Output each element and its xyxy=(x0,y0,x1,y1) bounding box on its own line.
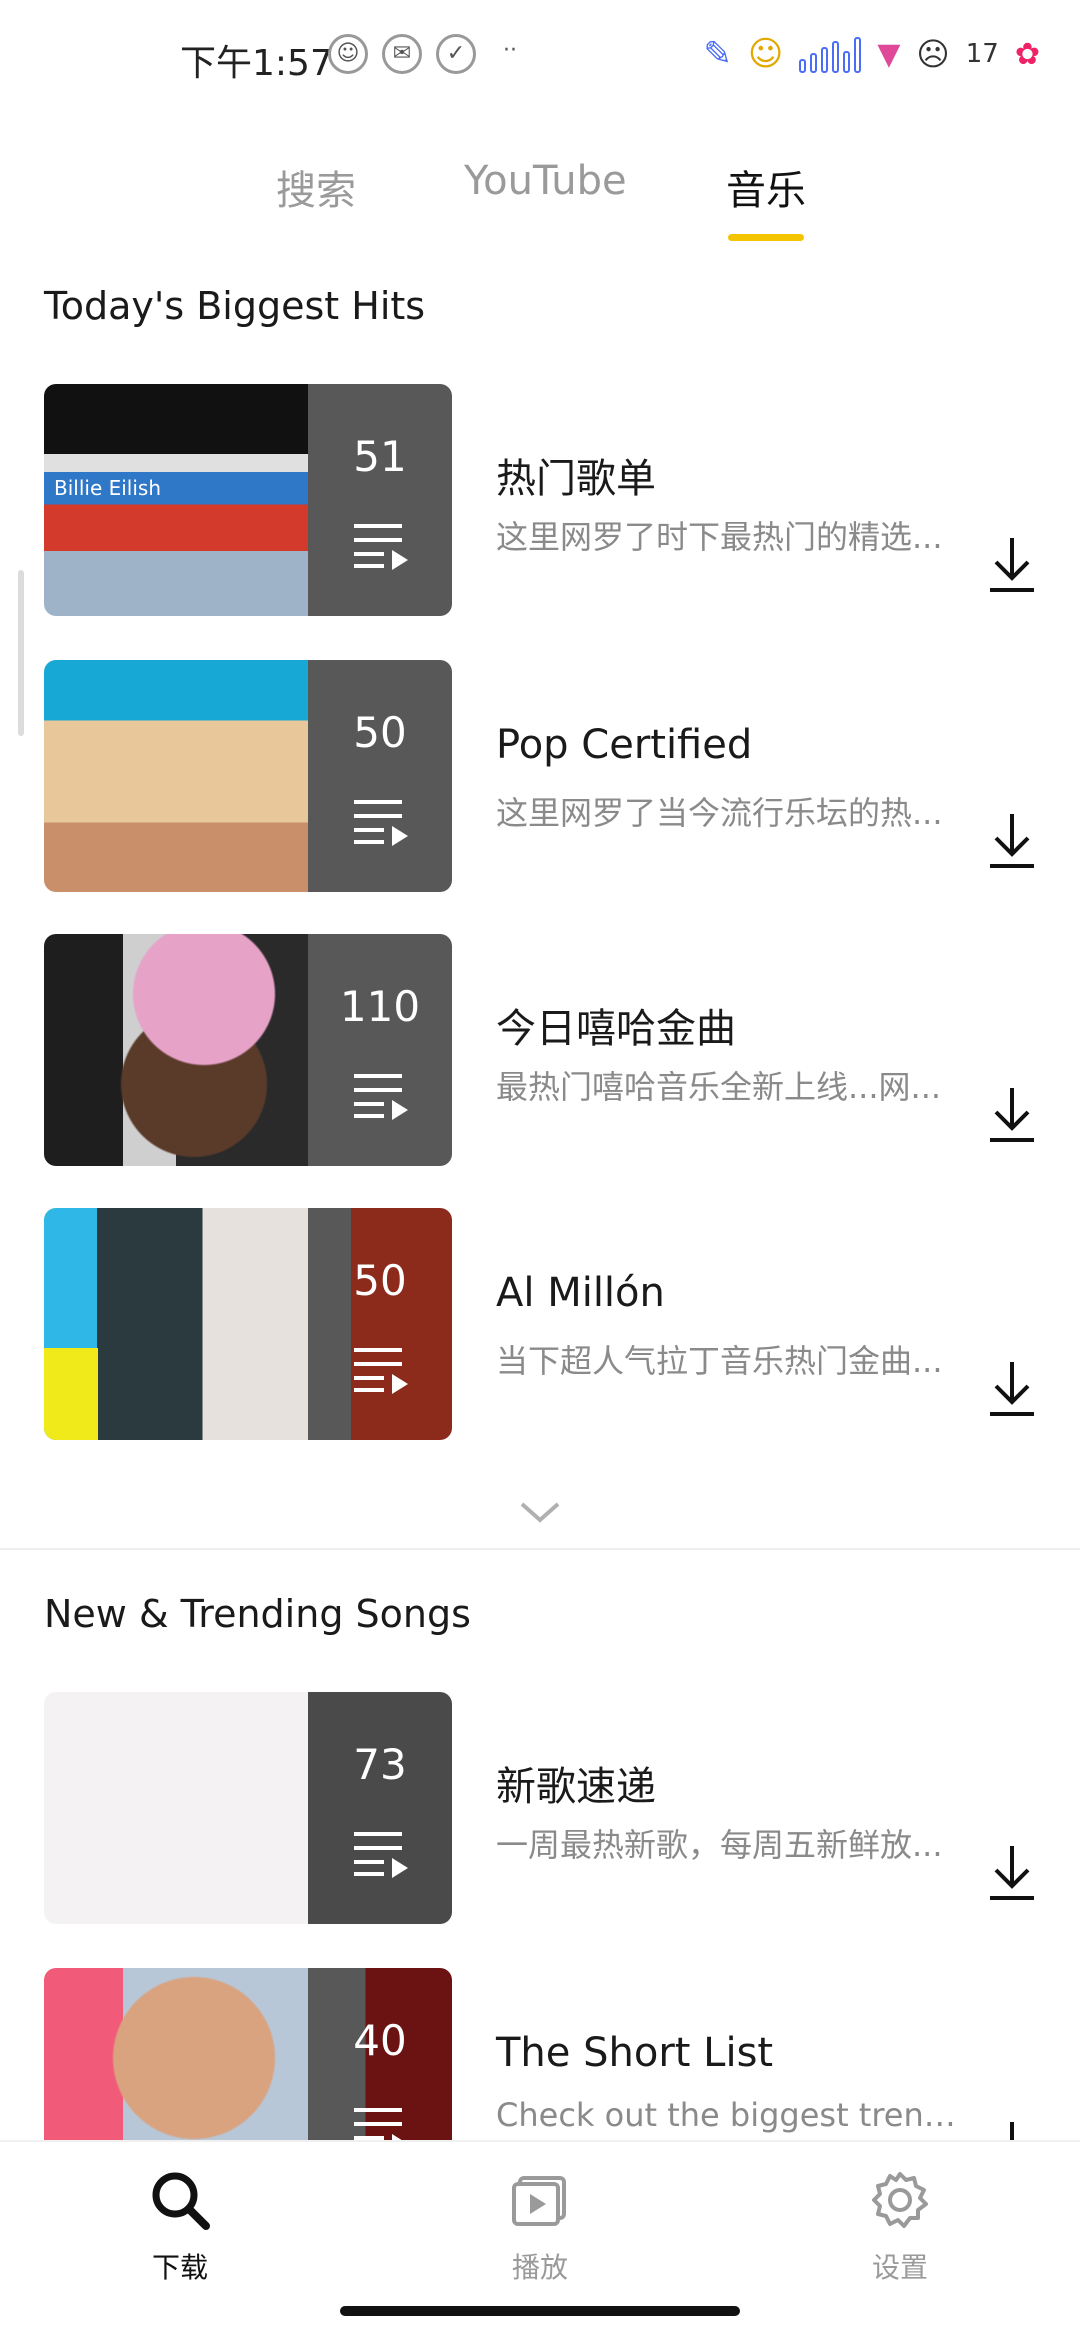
nav-play[interactable]: 播放 xyxy=(480,2168,600,2286)
nav-label: 下载 xyxy=(151,2251,208,2284)
flower-icon: ✿ xyxy=(1014,36,1040,72)
playlist-description: 最热门嘻哈音乐全新上线...网... xyxy=(496,1068,942,1106)
playlist-icon xyxy=(354,800,408,846)
more-dots-icon: ·· xyxy=(503,38,517,63)
tab-music[interactable]: 音乐 xyxy=(726,158,806,216)
nav-settings[interactable]: 设置 xyxy=(840,2168,960,2286)
cover-side-panel xyxy=(308,934,452,1166)
track-count: 50 xyxy=(353,708,407,757)
tab-search[interactable]: 搜索 xyxy=(276,158,356,216)
playlist-icon xyxy=(354,1074,408,1120)
status-time: 下午1:57 xyxy=(180,43,333,84)
cover-side-panel xyxy=(308,660,452,892)
cover-label: Billie Eilish xyxy=(54,476,162,500)
app-notification-icon: ✓ xyxy=(436,34,476,74)
playlist-title: 今日嘻哈金曲 xyxy=(496,1006,736,1052)
track-count: 110 xyxy=(339,982,421,1031)
nav-download[interactable]: 下载 xyxy=(120,2168,240,2286)
section-title: Today's Biggest Hits xyxy=(44,284,426,328)
playlist-item[interactable]: 73 新歌速递 一周最热新歌，每周五新鲜放... xyxy=(44,1692,1044,1924)
playlist-title: Pop Certified xyxy=(496,722,753,768)
cover-image xyxy=(44,1692,308,1924)
playlist-cover: 73 xyxy=(44,1692,452,1924)
track-count: 73 xyxy=(353,1740,407,1789)
top-tabs: 搜索 YouTube 音乐 xyxy=(0,150,1080,250)
cover-image xyxy=(44,934,308,1166)
app-notification-icon: ☺ xyxy=(328,34,368,74)
nav-label: 设置 xyxy=(871,2251,928,2284)
download-icon[interactable] xyxy=(984,534,1040,594)
equalizer-icon xyxy=(799,35,862,73)
cover-logo-text xyxy=(44,384,308,454)
playlist-description: 这里网罗了当今流行乐坛的热... xyxy=(496,794,943,832)
playlist-cover: 50 xyxy=(44,660,452,892)
track-count: 40 xyxy=(353,2016,407,2065)
playlist-cover: 110 xyxy=(44,934,452,1166)
active-tab-indicator xyxy=(728,234,804,241)
playlist-description: Check out the biggest trend... xyxy=(496,2096,966,2134)
playlist-title: Al Millón xyxy=(496,1270,665,1316)
playlist-icon xyxy=(354,524,408,570)
download-icon[interactable] xyxy=(984,1084,1040,1144)
scroll-indicator xyxy=(18,570,24,736)
playlist-icon xyxy=(354,1832,408,1878)
cover-side-panel xyxy=(308,1208,452,1440)
app-notification-icon: ✉ xyxy=(382,34,422,74)
pen-icon: ✎ xyxy=(703,34,732,74)
playlist-title: 热门歌单 xyxy=(496,456,656,502)
nav-label: 播放 xyxy=(511,2251,568,2284)
playlist-title: The Short List xyxy=(496,2030,774,2076)
playlist-cover: Billie Eilish 51 xyxy=(44,384,452,616)
download-icon[interactable] xyxy=(984,1358,1040,1418)
download-icon[interactable] xyxy=(984,1842,1040,1902)
download-icon[interactable] xyxy=(984,810,1040,870)
playlist-item[interactable]: 50 Pop Certified 这里网罗了当今流行乐坛的热... xyxy=(44,660,1044,892)
track-count: 51 xyxy=(353,432,407,481)
track-count: 50 xyxy=(353,1256,407,1305)
section-title: New & Trending Songs xyxy=(44,1592,471,1636)
cover-side-panel xyxy=(308,1692,452,1924)
cover-image xyxy=(44,660,308,892)
funnel-icon: ▼ xyxy=(877,36,901,72)
video-play-icon xyxy=(512,2176,566,2226)
search-icon xyxy=(152,2172,210,2230)
chevron-down-icon[interactable] xyxy=(518,1498,562,1526)
playlist-title: 新歌速递 xyxy=(496,1764,656,1810)
face-icon: ☹ xyxy=(916,35,950,73)
playlist-item[interactable]: 50 Al Millón 当下超人气拉丁音乐热门金曲... xyxy=(44,1208,1044,1440)
gear-icon xyxy=(872,2172,928,2228)
playlist-description: 一周最热新歌，每周五新鲜放... xyxy=(496,1826,943,1864)
playlist-description: 当下超人气拉丁音乐热门金曲... xyxy=(496,1342,943,1380)
playlist-icon xyxy=(354,1348,408,1394)
emoji-icon: ☺ xyxy=(747,34,784,74)
section-divider xyxy=(0,1548,1080,1550)
playlist-item[interactable]: Billie Eilish 51 热门歌单 这里网罗了时下最热门的精选... xyxy=(44,384,1044,616)
status-system-icons: ✎ ☺ ▼ ☹ 17 ✿ xyxy=(703,34,1040,74)
playlist-cover: 50 xyxy=(44,1208,452,1440)
home-indicator[interactable] xyxy=(340,2306,740,2316)
cover-accent xyxy=(44,1348,98,1440)
status-notification-icons: ☺ ✉ ✓ ·· xyxy=(328,34,530,74)
cover-side-panel xyxy=(308,384,452,616)
notification-count: 17 xyxy=(965,39,999,69)
tab-youtube[interactable]: YouTube xyxy=(464,158,627,204)
status-bar: 下午1:57 ☺ ✉ ✓ ·· ✎ ☺ ▼ ☹ 17 ✿ xyxy=(0,0,1080,100)
playlist-item[interactable]: 110 今日嘻哈金曲 最热门嘻哈音乐全新上线...网... xyxy=(44,934,1044,1166)
playlist-description: 这里网罗了时下最热门的精选... xyxy=(496,518,943,556)
